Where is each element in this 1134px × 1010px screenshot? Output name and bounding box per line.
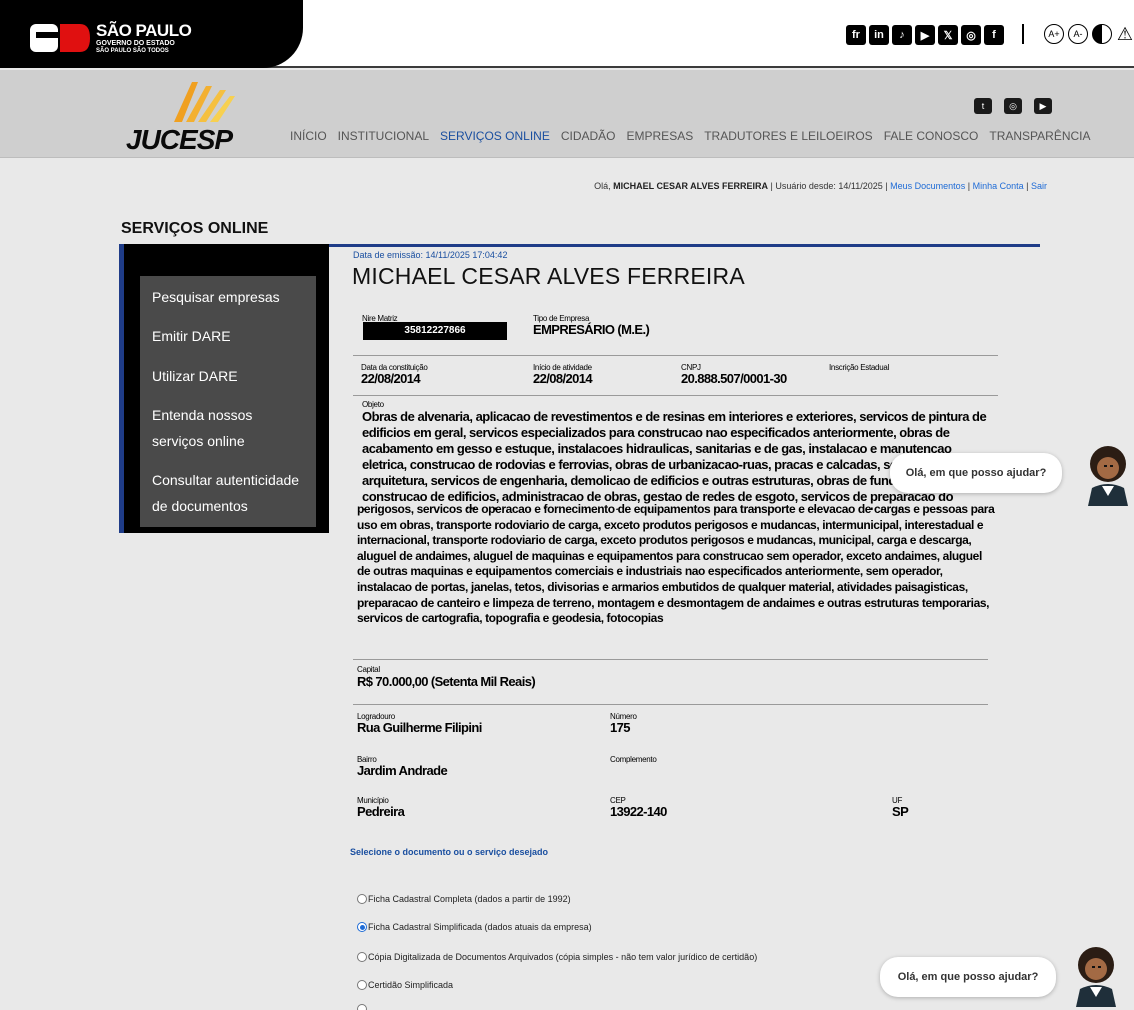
main-nav: INÍCIO INSTITUCIONAL SERVIÇOS ONLINE CID… [290, 129, 1102, 143]
instagram-icon[interactable]: ◎ [961, 25, 981, 45]
chat-assistant-avatar-icon[interactable] [1082, 444, 1134, 506]
radio-button[interactable] [357, 894, 367, 904]
option-label: Ficha Cadastral Simplificada (dados atua… [368, 922, 592, 932]
option-label: Cópia Digitalizada de Documentos Arquiva… [368, 952, 758, 962]
radio-button[interactable] [357, 1004, 367, 1010]
radio-button[interactable] [357, 980, 367, 990]
x-twitter-icon[interactable]: 𝕏 [938, 25, 958, 45]
select-service-title: Selecione o documento ou o serviço desej… [350, 847, 549, 857]
menu-entenda-servicos[interactable]: Entenda nossos serviços online [140, 394, 316, 462]
services-menu: Pesquisar empresas Emitir DARE Utilizar … [119, 244, 329, 533]
option-copia-digitalizada[interactable]: Cópia Digitalizada de Documentos Arquiva… [357, 952, 757, 962]
warning-icon[interactable]: ⚠ [1116, 24, 1134, 44]
gov-title: SÃO PAULO [96, 21, 192, 40]
my-account-link[interactable]: Minha Conta [973, 181, 1024, 191]
divider [353, 355, 998, 356]
twitter-icon[interactable]: t [974, 98, 992, 114]
sp-state-map-icon [30, 24, 90, 52]
youtube-icon[interactable]: ▶ [915, 25, 935, 45]
separator: | [1026, 181, 1029, 191]
ie-label: Inscrição Estadual [829, 363, 889, 372]
chat-bubble[interactable]: Olá, em que posso ajudar? [890, 453, 1062, 493]
menu-emitir-dare[interactable]: Emitir DARE [140, 315, 316, 357]
nav-fale-conosco[interactable]: FALE CONOSCO [884, 129, 979, 143]
chat-assistant-avatar-icon[interactable] [1070, 945, 1122, 1007]
facebook-icon[interactable]: f [984, 25, 1004, 45]
option-next-partial[interactable] [357, 1004, 368, 1010]
jucesp-logo[interactable]: JUCESP [126, 80, 246, 155]
inicio-value: 22/08/2014 [533, 371, 593, 386]
youtube-icon[interactable]: ▶ [1034, 98, 1052, 114]
constituicao-value: 22/08/2014 [361, 371, 421, 386]
tiktok-icon[interactable]: ♪ [892, 25, 912, 45]
logout-link[interactable]: Sair [1031, 181, 1047, 191]
option-label: Certidão Simplificada [368, 980, 454, 990]
flickr-icon[interactable]: fr [846, 25, 866, 45]
jucesp-header: JUCESP t ◎ ▶ INÍCIO INSTITUCIONAL SERVIÇ… [0, 70, 1134, 158]
gov-social-links: fr in ♪ ▶ 𝕏 ◎ f [846, 25, 1004, 45]
gov-subtitle: GOVERNO DO ESTADO [96, 40, 175, 47]
capital-label: Capital [357, 665, 380, 674]
option-ficha-simplificada[interactable]: Ficha Cadastral Simplificada (dados atua… [357, 922, 592, 932]
nav-inicio[interactable]: INÍCIO [290, 129, 327, 143]
jucesp-rays-icon [174, 82, 235, 122]
chat-bubble-bottom[interactable]: Olá, em que posso ajudar? [880, 957, 1056, 997]
radio-button[interactable] [357, 952, 367, 962]
option-ficha-completa[interactable]: Ficha Cadastral Completa (dados a partir… [357, 894, 571, 904]
cnpj-value: 20.888.507/0001-30 [681, 371, 787, 386]
jucesp-social-links: t ◎ ▶ [974, 98, 1052, 114]
greeting: Olá, [594, 181, 611, 191]
radio-button-checked[interactable] [357, 922, 367, 932]
linkedin-icon[interactable]: in [869, 25, 889, 45]
user-name: MICHAEL CESAR ALVES FERREIRA [613, 181, 769, 191]
option-label: Ficha Cadastral Completa (dados a partir… [368, 894, 571, 904]
divider [353, 659, 988, 660]
font-increase-icon[interactable]: A+ [1044, 24, 1064, 44]
font-decrease-icon[interactable]: A- [1068, 24, 1088, 44]
accessibility-controls: A+ A- ⚠ [1044, 24, 1134, 44]
gov-top-bar: SÃO PAULO GOVERNO DO ESTADO SÃO PAULO SÃ… [0, 0, 1134, 68]
capital-value: R$ 70.000,00 (Setenta Mil Reais) [357, 674, 536, 689]
tipo-value: EMPRESÁRIO (M.E.) [533, 322, 650, 337]
cep-value: 13922-140 [610, 804, 667, 819]
bairro-value: Jardim Andrade [357, 763, 448, 778]
instagram-icon[interactable]: ◎ [1004, 98, 1022, 114]
divider [353, 395, 998, 396]
divider [1022, 24, 1024, 44]
nav-cidadao[interactable]: CIDADÃO [561, 129, 616, 143]
menu-pesquisar-empresas[interactable]: Pesquisar empresas [140, 276, 316, 318]
content-top-border [329, 244, 1040, 247]
objeto-text-continued: perigosos, servicos de operacao e fornec… [357, 502, 995, 626]
separator: | [967, 181, 971, 191]
nire-value: 35812227866 [363, 322, 507, 340]
nav-empresas[interactable]: EMPRESAS [627, 129, 694, 143]
contrast-icon[interactable] [1092, 24, 1112, 44]
logradouro-value: Rua Guilherme Filipini [357, 720, 482, 735]
company-name: MICHAEL CESAR ALVES FERREIRA [352, 263, 745, 289]
numero-value: 175 [610, 720, 630, 735]
nav-servicos-online[interactable]: SERVIÇOS ONLINE [440, 129, 550, 143]
emission-date: Data de emissão: 14/11/2025 17:04:42 [353, 250, 508, 260]
uf-value: SP [892, 804, 909, 819]
my-documents-link[interactable]: Meus Documentos [890, 181, 965, 191]
nav-transparencia[interactable]: TRANSPARÊNCIA [989, 129, 1090, 143]
user-info-line: Olá, MICHAEL CESAR ALVES FERREIRA | Usuá… [594, 181, 1047, 191]
nav-institucional[interactable]: INSTITUCIONAL [338, 129, 429, 143]
nav-tradutores[interactable]: TRADUTORES E LEILOEIROS [704, 129, 873, 143]
objeto-label: Objeto [362, 400, 384, 409]
municipio-value: Pedreira [357, 804, 405, 819]
menu-utilizar-dare[interactable]: Utilizar DARE [140, 355, 316, 397]
menu-consultar-autenticidade[interactable]: Consultar autenticidade de documentos [140, 459, 316, 527]
sao-paulo-logo[interactable]: SÃO PAULO GOVERNO DO ESTADO SÃO PAULO SÃ… [0, 0, 303, 68]
jucesp-logo-text: JUCESP [126, 124, 233, 155]
option-certidao-simplificada[interactable]: Certidão Simplificada [357, 980, 453, 990]
complemento-label: Complemento [610, 755, 657, 764]
divider [353, 704, 988, 705]
gov-slogan: SÃO PAULO SÃO TODOS [96, 48, 169, 54]
section-title: SERVIÇOS ONLINE [121, 220, 269, 237]
user-since: | Usuário desde: 14/11/2025 | [770, 181, 888, 191]
